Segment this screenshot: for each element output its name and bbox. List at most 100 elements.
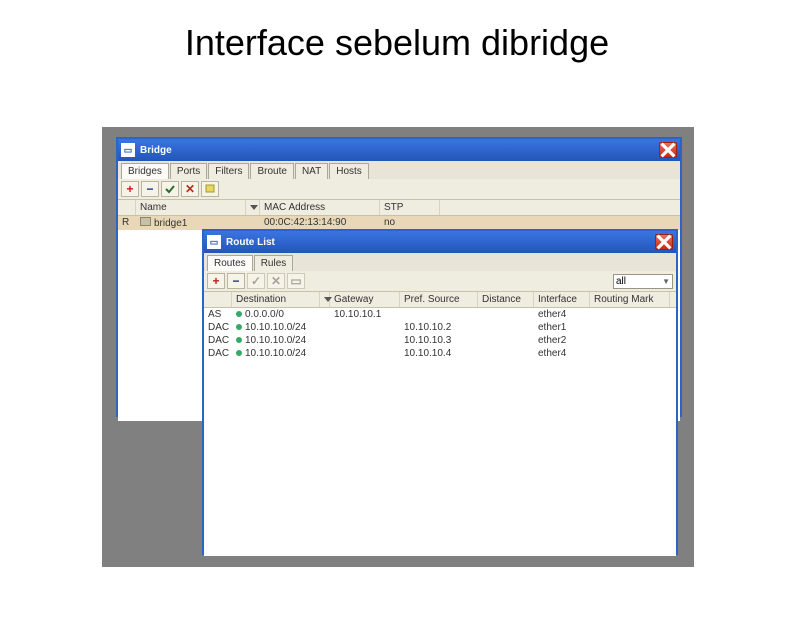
tab-nat[interactable]: NAT [295,163,328,179]
remove-button[interactable]: − [141,181,159,197]
bridge-titlebar: ▭ Bridge [118,139,680,161]
row-name-text: bridge1 [154,218,187,229]
col-dst[interactable]: Destination [232,292,320,307]
window-icon: ▭ [207,235,221,249]
row-rmark [590,334,670,347]
tab-ports[interactable]: Ports [170,163,207,179]
route-header: Destination Gateway Pref. Source Distanc… [204,292,676,308]
col-name[interactable]: Name [136,200,246,215]
row-rmark [590,347,670,360]
close-icon [656,234,672,250]
col-sort[interactable] [246,200,260,215]
page-title: Interface sebelum dibridge [0,22,794,64]
col-flags[interactable] [204,292,232,307]
tab-broute[interactable]: Broute [250,163,293,179]
row-name: bridge1 [136,216,246,230]
row-pref: 10.10.10.3 [400,334,478,347]
row-distance [478,308,534,321]
row-rmark [590,321,670,334]
window-title: Route List [226,237,655,248]
row-dst: 0.0.0.0/0 [232,308,320,321]
row-spacer [320,308,330,321]
close-icon [660,142,676,158]
comment-button[interactable] [201,181,219,197]
row-dst: 10.10.10.0/24 [232,321,320,334]
bridge-header: Name MAC Address STP [118,200,680,216]
window-title: Bridge [140,145,659,156]
sort-icon [250,205,258,210]
enable-button[interactable] [161,181,179,197]
comment-button[interactable]: ▭ [287,273,305,289]
route-icon [236,324,242,330]
disable-button[interactable]: ✕ [267,273,285,289]
disable-button[interactable]: ✕ [181,181,199,197]
row-spacer [246,216,260,230]
tab-hosts[interactable]: Hosts [329,163,369,179]
route-icon [236,350,242,356]
row-iface: ether2 [534,334,590,347]
note-icon [204,183,216,195]
row-flag: R [118,216,136,230]
row-gateway [330,321,400,334]
row-spacer [320,321,330,334]
table-row[interactable]: AS0.0.0.0/010.10.10.1ether4 [204,308,676,321]
remove-button[interactable]: − [227,273,245,289]
table-row[interactable]: DAC10.10.10.0/24 10.10.10.2 ether1 [204,321,676,334]
route-tabs: Routes Rules [204,253,676,271]
col-rmark[interactable]: Routing Mark [590,292,670,307]
col-stp[interactable]: STP [380,200,440,215]
row-flags: DAC [204,334,232,347]
row-gateway [330,347,400,360]
row-iface: ether1 [534,321,590,334]
route-toolbar: + − ✓ ✕ ▭ all ▼ [204,271,676,292]
row-iface: ether4 [534,347,590,360]
route-icon [236,311,242,317]
bridge-toolbar: + − ✕ [118,179,680,200]
filter-value: all [616,276,626,287]
add-button[interactable]: + [121,181,139,197]
row-pref [400,308,478,321]
row-rmark [590,308,670,321]
row-gateway: 10.10.10.1 [330,308,400,321]
check-icon [164,183,176,195]
table-row[interactable]: DAC10.10.10.0/2410.10.10.4ether4 [204,347,676,360]
col-distance[interactable]: Distance [478,292,534,307]
row-dst: 10.10.10.0/24 [232,334,320,347]
row-distance [478,347,534,360]
add-button[interactable]: + [207,273,225,289]
window-icon: ▭ [121,143,135,157]
row-stp: no [380,216,440,230]
row-gateway [330,334,400,347]
interface-icon [140,217,151,226]
close-button[interactable] [655,234,673,250]
table-row[interactable]: DAC10.10.10.0/24 10.10.10.3 ether2 [204,334,676,347]
route-body: AS0.0.0.0/010.10.10.1ether4DAC10.10.10.0… [204,308,676,556]
row-flags: DAC [204,321,232,334]
route-window: ▭ Route List Routes Rules + − ✓ ✕ ▭ all … [202,229,678,555]
row-distance [478,334,534,347]
row-dst: 10.10.10.0/24 [232,347,320,360]
row-pref: 10.10.10.2 [400,321,478,334]
screenshot-canvas: ▭ Bridge Bridges Ports Filters Broute NA… [102,127,694,567]
row-distance [478,321,534,334]
close-button[interactable] [659,142,677,158]
tab-bridges[interactable]: Bridges [121,163,169,179]
route-titlebar: ▭ Route List [204,231,676,253]
table-row[interactable]: R bridge1 00:0C:42:13:14:90 no [118,216,680,230]
col-pref[interactable]: Pref. Source [400,292,478,307]
col-flag[interactable] [118,200,136,215]
filter-dropdown[interactable]: all ▼ [613,274,673,289]
col-sort[interactable] [320,292,330,307]
chevron-down-icon: ▼ [662,277,670,286]
row-iface: ether4 [534,308,590,321]
row-spacer [320,347,330,360]
col-mac[interactable]: MAC Address [260,200,380,215]
tab-routes[interactable]: Routes [207,255,253,271]
tab-rules[interactable]: Rules [254,255,294,271]
row-mac: 00:0C:42:13:14:90 [260,216,380,230]
row-spacer [320,334,330,347]
col-gateway[interactable]: Gateway [330,292,400,307]
tab-filters[interactable]: Filters [208,163,249,179]
enable-button[interactable]: ✓ [247,273,265,289]
col-interface[interactable]: Interface [534,292,590,307]
